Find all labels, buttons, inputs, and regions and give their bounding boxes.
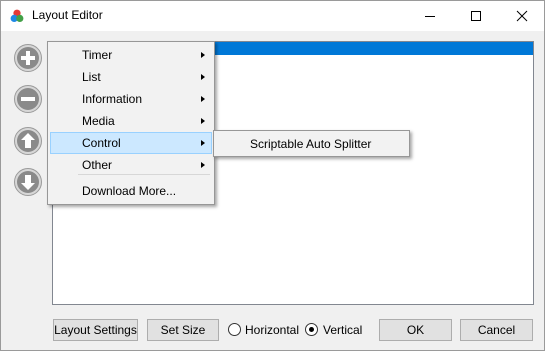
close-icon [516, 10, 528, 22]
submenu-arrow-icon [201, 162, 205, 168]
menu-item-label: Timer [82, 48, 113, 62]
maximize-button[interactable] [453, 1, 499, 31]
cancel-button[interactable]: Cancel [460, 319, 533, 341]
vertical-radio-label[interactable]: Vertical [323, 323, 362, 337]
livesplit-logo-icon [10, 9, 24, 23]
minimize-button[interactable] [407, 1, 453, 31]
window-title: Layout Editor [32, 8, 103, 22]
submenu-item-label: Scriptable Auto Splitter [250, 137, 372, 151]
layout-settings-button[interactable]: Layout Settings [53, 319, 138, 341]
menu-item-label: List [82, 70, 101, 84]
minimize-icon [425, 16, 435, 17]
move-up-button[interactable] [13, 126, 43, 156]
submenu-arrow-icon [201, 118, 205, 124]
menu-item-label: Download More... [82, 184, 177, 198]
horizontal-radio[interactable] [228, 323, 241, 336]
menu-item-list[interactable]: List [50, 66, 212, 88]
arrow-up-icon [14, 127, 42, 155]
menu-item-control[interactable]: Control [50, 132, 212, 154]
submenu-item-scriptable-auto-splitter[interactable]: Scriptable Auto Splitter [216, 133, 407, 154]
add-component-menu: Timer List Information Media Control Oth… [47, 41, 215, 205]
menu-item-label: Media [82, 114, 115, 128]
submenu-arrow-icon [201, 140, 205, 146]
menu-item-other[interactable]: Other [50, 154, 212, 176]
submenu-arrow-icon [201, 52, 205, 58]
title-bar[interactable]: Layout Editor [1, 1, 544, 31]
control-submenu: Scriptable Auto Splitter [213, 130, 410, 157]
maximize-icon [471, 11, 481, 21]
plus-icon [14, 44, 42, 72]
layout-editor-window: Layout Editor Layout Settings Set Size H… [0, 0, 545, 351]
remove-component-button[interactable] [13, 84, 43, 114]
close-button[interactable] [499, 1, 545, 31]
set-size-button[interactable]: Set Size [147, 319, 219, 341]
menu-item-label: Control [82, 136, 121, 150]
move-down-button[interactable] [13, 167, 43, 197]
menu-item-media[interactable]: Media [50, 110, 212, 132]
submenu-arrow-icon [201, 74, 205, 80]
arrow-down-icon [14, 168, 42, 196]
menu-item-information[interactable]: Information [50, 88, 212, 110]
menu-item-timer[interactable]: Timer [50, 44, 212, 66]
menu-item-download-more[interactable]: Download More... [50, 180, 212, 202]
menu-item-label: Information [82, 92, 143, 106]
horizontal-radio-label[interactable]: Horizontal [245, 323, 299, 337]
radio-selected-dot [309, 327, 314, 332]
minus-icon [14, 85, 42, 113]
menu-separator [78, 174, 210, 175]
ok-button[interactable]: OK [379, 319, 452, 341]
vertical-radio[interactable] [305, 323, 318, 336]
submenu-arrow-icon [201, 96, 205, 102]
add-component-button[interactable] [13, 43, 43, 73]
menu-item-label: Other [82, 158, 113, 172]
